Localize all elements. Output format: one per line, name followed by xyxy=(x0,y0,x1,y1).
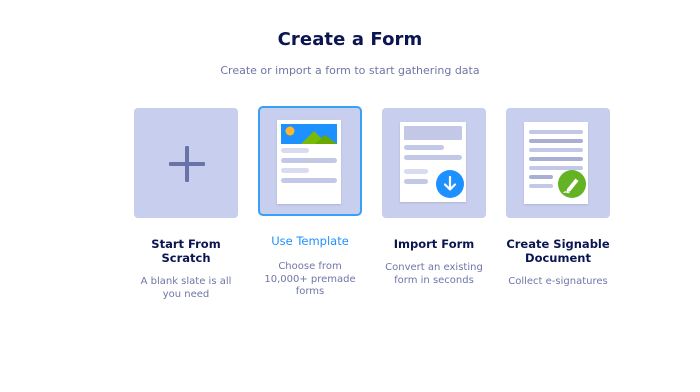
use-template-option[interactable]: Use Template Choose from 10,000+ premade… xyxy=(252,106,368,299)
use-template-tile[interactable] xyxy=(258,106,362,216)
create-signable-document-description: Collect e-signatures xyxy=(508,276,608,287)
start-from-scratch-tile[interactable] xyxy=(134,108,238,218)
start-from-scratch-option[interactable]: Start From Scratch A blank slate is all … xyxy=(128,108,244,301)
create-form-page: Create a Form Create or import a form to… xyxy=(0,0,700,392)
use-template-description: Choose from 10,000+ premade forms xyxy=(264,261,356,297)
use-template-label: Use Template xyxy=(271,234,349,248)
start-from-scratch-description: A blank slate is all you need xyxy=(140,276,232,300)
import-form-description: Convert an existing form in seconds xyxy=(385,262,483,286)
image-placeholder-icon xyxy=(281,124,337,144)
create-signable-document-option[interactable]: Create Signable Document Collect e-signa… xyxy=(500,108,616,289)
import-form-tile[interactable] xyxy=(382,108,486,218)
create-signable-document-tile[interactable] xyxy=(506,108,610,218)
page-title: Create a Form xyxy=(277,29,423,50)
page-subtitle: Create or import a form to start gatheri… xyxy=(220,64,480,77)
start-from-scratch-label: Start From Scratch xyxy=(151,237,221,265)
download-arrow-icon xyxy=(436,170,464,198)
import-form-label: Import Form xyxy=(393,237,475,251)
import-form-option[interactable]: Import Form Convert an existing form in … xyxy=(376,108,492,287)
create-signable-document-label: Create Signable Document xyxy=(506,237,610,265)
pen-signature-icon xyxy=(558,170,586,198)
